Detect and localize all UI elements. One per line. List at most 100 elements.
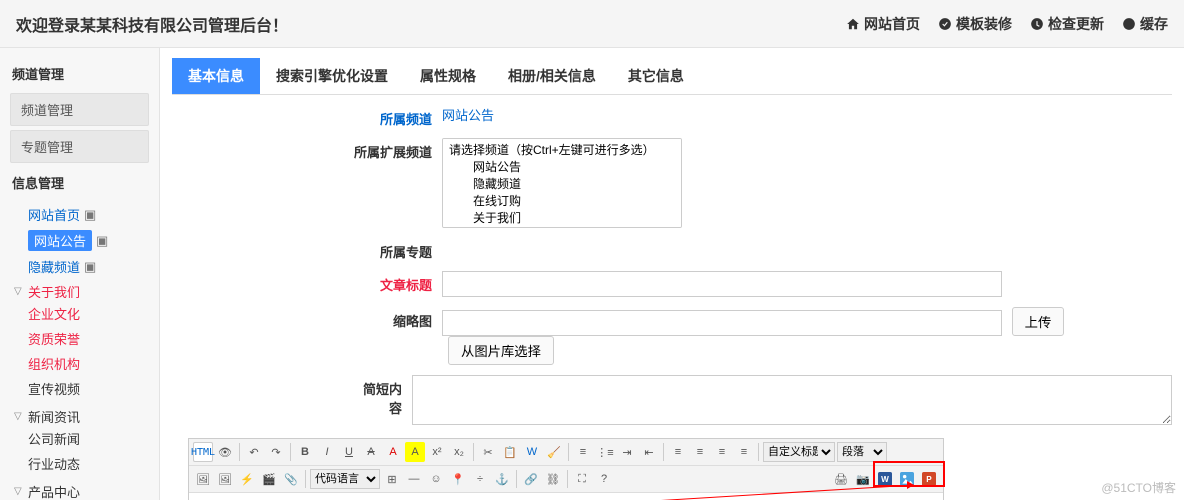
ppt-import-icon[interactable]: P — [919, 469, 939, 489]
update-icon — [1030, 17, 1044, 31]
btn-upload[interactable]: 上传 — [1012, 307, 1065, 336]
redo-icon[interactable]: ↷ — [266, 442, 286, 462]
link-icon[interactable]: 🔗 — [521, 469, 541, 489]
align-center-icon[interactable]: ≡ — [690, 442, 710, 462]
tree-video[interactable]: 宣传视频 — [28, 382, 80, 397]
table-icon[interactable]: ⊞ — [382, 469, 402, 489]
word-import-icon[interactable]: W — [875, 469, 895, 489]
strike-icon[interactable]: A — [361, 442, 381, 462]
tree-toggle-about[interactable]: ▽ — [14, 286, 24, 297]
tree-products[interactable]: 产品中心 — [28, 482, 80, 500]
sub-icon[interactable]: x₂ — [449, 442, 469, 462]
indent-icon[interactable]: ⇥ — [617, 442, 637, 462]
underline-icon[interactable]: U — [339, 442, 359, 462]
label-topic: 所属专题 — [352, 238, 442, 261]
header-cache-link[interactable]: 缓存 — [1122, 14, 1168, 34]
bg-color-icon[interactable]: A — [405, 442, 425, 462]
paragraph-select[interactable]: 段落 — [837, 442, 887, 462]
fullscreen-icon[interactable]: ⛶ — [572, 469, 592, 489]
about-icon[interactable]: ? — [594, 469, 614, 489]
header: 欢迎登录某某科技有限公司管理后台！ 网站首页 模板装修 检查更新 缓存 — [0, 0, 1184, 48]
tab-other[interactable]: 其它信息 — [612, 58, 700, 94]
input-title[interactable] — [442, 271, 1002, 297]
align-right-icon[interactable]: ≡ — [712, 442, 732, 462]
pagebreak-icon[interactable]: ÷ — [470, 469, 490, 489]
label-title: 文章标题 — [352, 271, 442, 294]
header-links: 网站首页 模板装修 检查更新 缓存 — [846, 14, 1168, 34]
multiimage-icon[interactable]: 🖼 — [215, 469, 235, 489]
tree-honor[interactable]: 资质荣誉 — [28, 332, 80, 347]
select-ext-channel[interactable]: 请选择频道（按Ctrl+左键可进行多选） 网站公告 隐藏频道 在线订购 关于我们… — [442, 138, 682, 228]
align-justify-icon[interactable]: ≡ — [734, 442, 754, 462]
sidebar-channel-title: 频道管理 — [0, 58, 159, 89]
emoji-icon[interactable]: ☺ — [426, 469, 446, 489]
form: 所属频道 网站公告 所属扩展频道 请选择频道（按Ctrl+左键可进行多选） 网站… — [172, 95, 1172, 428]
anchor-icon[interactable]: ⚓ — [492, 469, 512, 489]
format-select[interactable]: 自定义标题 — [763, 442, 835, 462]
italic-icon[interactable]: I — [317, 442, 337, 462]
preview-icon[interactable]: 👁 — [215, 442, 235, 462]
editor-toolbar-row2: 🖼 🖼 ⚡ 🎬 📎 代码语言 ⊞ — ☺ 📍 ÷ ⚓ 🔗 ⛓ ⛶ ? — [189, 466, 943, 493]
sup-icon[interactable]: x² — [427, 442, 447, 462]
tab-attr[interactable]: 属性规格 — [404, 58, 492, 94]
tab-basic[interactable]: 基本信息 — [172, 58, 260, 94]
tree-announcement[interactable]: 网站公告 — [28, 230, 92, 251]
input-thumb[interactable] — [442, 310, 1002, 336]
unlink-icon[interactable]: ⛓ — [543, 469, 563, 489]
image-import-icon[interactable] — [897, 469, 917, 489]
cut-icon[interactable]: ✂ — [478, 442, 498, 462]
watermark: @51CTO博客 — [1101, 479, 1176, 496]
label-channel: 所属频道 — [352, 105, 442, 128]
unordered-list-icon[interactable]: ⋮≡ — [595, 442, 615, 462]
label-brief: 简短内容 — [352, 375, 412, 417]
file-icon[interactable]: 📎 — [281, 469, 301, 489]
font-color-icon[interactable]: A — [383, 442, 403, 462]
hr-icon[interactable]: — — [404, 469, 424, 489]
tree-toggle-products[interactable]: ▽ — [14, 486, 24, 497]
tree-org[interactable]: 组织机构 — [28, 357, 80, 372]
tree-culture[interactable]: 企业文化 — [28, 307, 80, 322]
header-title: 欢迎登录某某科技有限公司管理后台！ — [16, 12, 288, 36]
tree-news[interactable]: 新闻资讯 — [28, 407, 80, 426]
image-icon[interactable]: 🖼 — [193, 469, 213, 489]
value-channel[interactable]: 网站公告 — [442, 108, 494, 123]
btn-gallery[interactable]: 从图片库选择 — [448, 336, 554, 365]
remove-format-icon[interactable]: 🧹 — [544, 442, 564, 462]
main: 基本信息 搜索引擎优化设置 属性规格 相册/相关信息 其它信息 所属频道 网站公… — [160, 48, 1184, 500]
sidebar-topic-btn[interactable]: 专题管理 — [10, 130, 149, 163]
camera-icon[interactable]: 📷 — [853, 469, 873, 489]
html-source-icon[interactable]: HTML — [193, 442, 213, 462]
svg-text:W: W — [881, 475, 889, 484]
sidebar-channel-btn[interactable]: 频道管理 — [10, 93, 149, 126]
align-left-icon[interactable]: ≡ — [668, 442, 688, 462]
flash-icon[interactable]: ⚡ — [237, 469, 257, 489]
label-ext-channel: 所属扩展频道 — [352, 138, 442, 161]
header-update-link[interactable]: 检查更新 — [1030, 14, 1104, 34]
editor-content[interactable]: WordPaster for YouDianCMS 9.4.0 — [189, 493, 943, 500]
tree-hidden[interactable]: 隐藏频道 — [28, 257, 80, 276]
tree-home[interactable]: 网站首页 — [28, 205, 80, 224]
undo-icon[interactable]: ↶ — [244, 442, 264, 462]
code-lang-select[interactable]: 代码语言 — [310, 469, 380, 489]
outdent-icon[interactable]: ⇤ — [639, 442, 659, 462]
tree-about[interactable]: 关于我们 — [28, 282, 80, 301]
textarea-brief[interactable] — [412, 375, 1172, 425]
tree-industry-news[interactable]: 行业动态 — [28, 457, 80, 472]
map-icon[interactable]: 📍 — [448, 469, 468, 489]
header-home-link[interactable]: 网站首页 — [846, 14, 920, 34]
editor-toolbar-row1: HTML 👁 ↶ ↷ B I U A A A x² x₂ ✂ 📋 W 🧹 — [189, 439, 943, 466]
sidebar: 频道管理 频道管理 专题管理 信息管理 网站首页▣ 网站公告▣ 隐藏频道▣ ▽关… — [0, 48, 160, 500]
copy-icon[interactable]: 📋 — [500, 442, 520, 462]
tab-seo[interactable]: 搜索引擎优化设置 — [260, 58, 404, 94]
tab-gallery[interactable]: 相册/相关信息 — [492, 58, 612, 94]
tree-toggle-news[interactable]: ▽ — [14, 411, 24, 422]
media-icon[interactable]: 🎬 — [259, 469, 279, 489]
tabs: 基本信息 搜索引擎优化设置 属性规格 相册/相关信息 其它信息 — [172, 58, 1172, 95]
print-icon[interactable]: 🖨 — [831, 469, 851, 489]
header-template-link[interactable]: 模板装修 — [938, 14, 1012, 34]
tree-company-news[interactable]: 公司新闻 — [28, 432, 80, 447]
sidebar-info-title: 信息管理 — [0, 167, 159, 198]
paste-word-icon[interactable]: W — [522, 442, 542, 462]
ordered-list-icon[interactable]: ≡ — [573, 442, 593, 462]
bold-icon[interactable]: B — [295, 442, 315, 462]
